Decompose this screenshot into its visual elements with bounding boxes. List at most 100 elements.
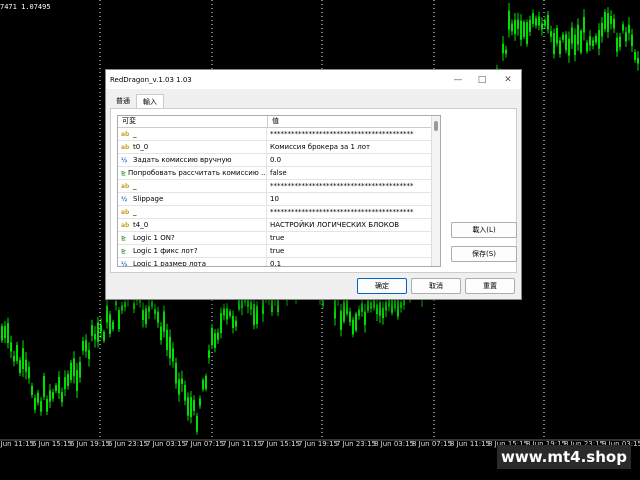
param-value[interactable]: 0.0 — [267, 154, 440, 166]
candle-body — [46, 399, 48, 412]
candle-body — [256, 305, 258, 325]
candle-body — [211, 327, 213, 346]
header-variable[interactable]: 可変 — [118, 116, 268, 127]
grid-scrollbar[interactable] — [431, 116, 440, 266]
candle-body — [340, 310, 342, 330]
candle-body — [55, 385, 57, 391]
candle-body — [364, 311, 366, 326]
candle-body — [589, 36, 591, 46]
param-value[interactable]: 10 — [267, 193, 440, 205]
candle-body — [181, 378, 183, 384]
cancel-button[interactable]: 取消 — [411, 278, 461, 294]
candle-body — [58, 376, 60, 394]
candle-body — [535, 18, 537, 26]
param-row[interactable]: ⊵ Logic 1 фикс лот? true — [118, 245, 440, 258]
minimize-icon[interactable]: — — [446, 70, 470, 89]
candle-body — [229, 311, 231, 316]
candle-body — [94, 333, 96, 340]
param-value[interactable]: ****************************************… — [267, 180, 440, 192]
candle-body — [385, 301, 387, 311]
candle-body — [196, 415, 198, 432]
candle-body — [220, 312, 222, 334]
param-value[interactable]: Комиссия брокера за 1 лот — [267, 141, 440, 153]
param-name: t4_0 — [133, 221, 149, 229]
candle-body — [544, 20, 546, 26]
candle-body — [607, 13, 609, 32]
time-label: 6 Jun 23:15 — [108, 440, 149, 448]
tab-inputs[interactable]: 輸入 — [136, 94, 164, 108]
param-value[interactable]: ****************************************… — [267, 128, 440, 140]
candle-body — [154, 309, 156, 314]
candle-body — [376, 304, 378, 315]
param-name: Logic 1 ON? — [133, 234, 175, 242]
scrollbar-thumb[interactable] — [434, 121, 438, 131]
candle-body — [556, 28, 558, 44]
param-name-cell: ½ Logic 1 размер лота — [118, 258, 267, 267]
candle-body — [508, 10, 510, 30]
candle-body — [232, 315, 234, 328]
ok-button[interactable]: 确定 — [357, 278, 407, 294]
candle-body — [151, 301, 153, 307]
candle-body — [523, 22, 525, 37]
param-value[interactable]: false — [267, 167, 440, 179]
candle-body — [64, 377, 66, 390]
param-row[interactable]: ½ Задать комиссию вручную 0.0 — [118, 154, 440, 167]
param-value[interactable]: true — [267, 245, 440, 257]
param-row[interactable]: ½ Logic 1 размер лота 0.1 — [118, 258, 440, 267]
candle-body — [190, 397, 192, 418]
candle-body — [346, 298, 348, 314]
candle-body — [547, 14, 549, 30]
candle-body — [214, 333, 216, 348]
candle-body — [187, 397, 189, 416]
header-value[interactable]: 值 — [268, 116, 279, 127]
inputs-grid: 可変 值 ab _ ********************************… — [117, 115, 441, 267]
param-name-cell: ab _ — [118, 128, 267, 140]
param-row[interactable]: ab _ *************************************… — [118, 206, 440, 219]
param-value[interactable]: 0.1 — [267, 258, 440, 266]
param-row[interactable]: ab _ *************************************… — [118, 180, 440, 193]
param-value[interactable]: ****************************************… — [267, 206, 440, 218]
param-value[interactable]: НАСТРОЙКИ ЛОГИЧЕСКИХ БЛОКОВ — [267, 219, 440, 231]
param-row[interactable]: ⊵ Logic 1 ON? true — [118, 232, 440, 245]
param-row[interactable]: ⊵ Попробовать рассчитать комиссию ... fals… — [118, 167, 440, 180]
time-label: 8 Jun 11:15 — [450, 440, 491, 448]
param-value[interactable]: true — [267, 232, 440, 244]
candle-body — [178, 379, 180, 395]
close-icon[interactable]: ✕ — [496, 70, 520, 89]
tab-common[interactable]: 普通 — [110, 94, 136, 108]
candle-body — [625, 32, 627, 42]
candle-body — [85, 340, 87, 352]
candle-body — [19, 360, 21, 373]
candle-body — [637, 58, 639, 64]
param-row[interactable]: ½ Slippage 10 — [118, 193, 440, 206]
text-type-icon: ab — [121, 221, 130, 229]
time-label: 8 Jun 07:15 — [412, 440, 453, 448]
candle-body — [205, 375, 207, 390]
candle-body — [73, 358, 75, 377]
grid-rows: ab _ *************************************… — [118, 128, 440, 267]
save-button[interactable]: 保存(S) — [451, 246, 517, 262]
candle-body — [586, 42, 588, 52]
tab-bar: 普通 輸入 — [110, 94, 164, 108]
number-type-icon: ½ — [121, 260, 128, 267]
candle-body — [184, 384, 186, 401]
param-name-cell: ab t4_0 — [118, 219, 267, 231]
candle-body — [25, 359, 27, 372]
param-row[interactable]: ab t0_0 Комиссия брокера за 1 лот — [118, 141, 440, 154]
param-name: Logic 1 размер лота — [133, 260, 207, 267]
bool-type-icon: ⊵ — [121, 247, 127, 255]
candle-body — [43, 376, 45, 397]
param-name: _ — [133, 208, 137, 216]
candle-body — [133, 303, 135, 309]
maximize-icon[interactable]: □ — [470, 70, 494, 89]
load-button[interactable]: 載入(L) — [451, 222, 517, 238]
param-row[interactable]: ab t4_0 НАСТРОЙКИ ЛОГИЧЕСКИХ БЛОКОВ — [118, 219, 440, 232]
candle-body — [121, 305, 123, 311]
param-name-cell: ⊵ Попробовать рассчитать комиссию ... — [118, 167, 267, 179]
candle-body — [583, 17, 585, 33]
param-row[interactable]: ab _ *************************************… — [118, 128, 440, 141]
reset-button[interactable]: 重置 — [465, 278, 515, 294]
dialog-title: RedDragon_v.1.03 1.03 — [110, 75, 192, 84]
candle-body — [223, 308, 225, 316]
candle-body — [37, 392, 39, 403]
